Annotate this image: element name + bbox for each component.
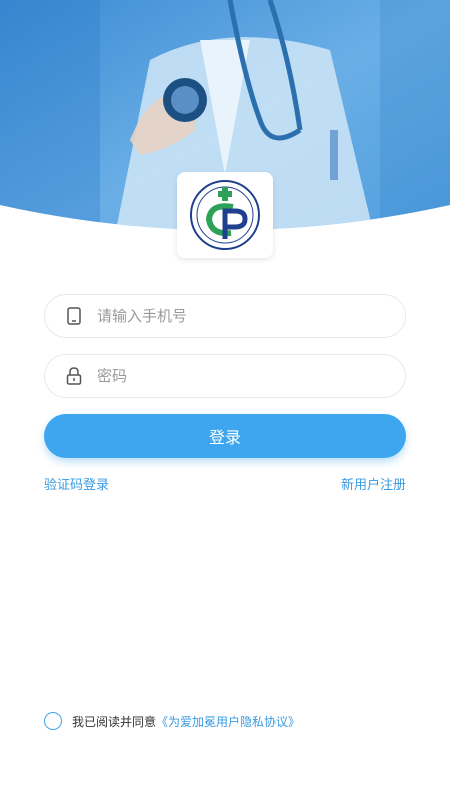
agreement-radio[interactable] (44, 712, 62, 730)
register-link[interactable]: 新用户注册 (341, 474, 406, 493)
phone-icon (65, 307, 83, 325)
login-button[interactable]: 登录 (44, 414, 406, 458)
password-input[interactable] (97, 367, 377, 385)
organization-logo-icon (190, 180, 260, 250)
agreement-prefix: 我已阅读并同意 (72, 714, 157, 729)
agreement-row: 我已阅读并同意 《为爱加冕用户隐私协议》 (44, 712, 300, 730)
password-field[interactable] (44, 354, 406, 398)
phone-input[interactable] (97, 307, 377, 325)
lock-icon (65, 367, 83, 385)
privacy-policy-link[interactable]: 《为爱加冕用户隐私协议》 (156, 713, 300, 730)
logo-card (177, 172, 273, 258)
sms-login-link[interactable]: 验证码登录 (44, 474, 109, 493)
phone-field[interactable] (44, 294, 406, 338)
